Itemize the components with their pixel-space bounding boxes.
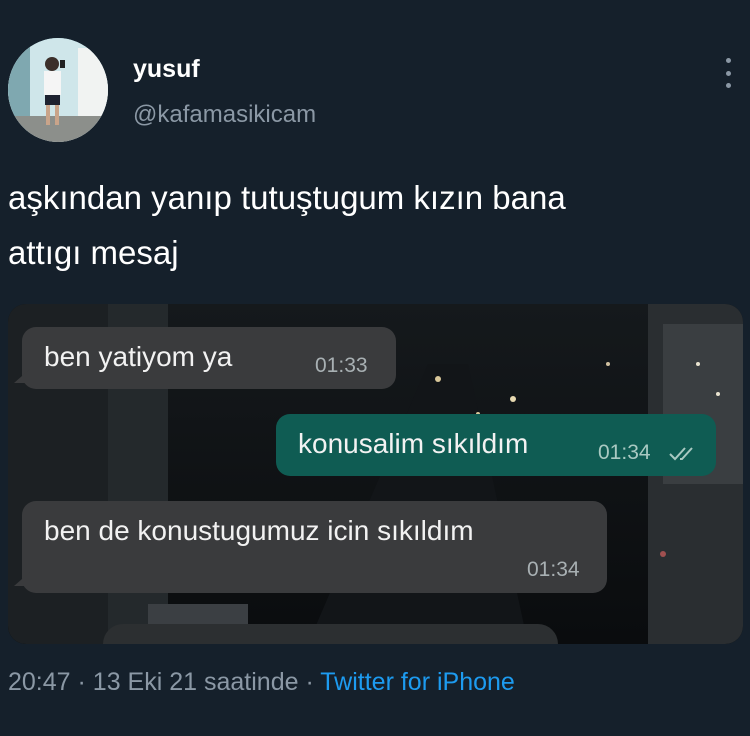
tweet-text: aşkından yanıp tutuştugum kızın bana att… — [8, 170, 743, 280]
tweet-source-link[interactable]: Twitter for iPhone — [320, 668, 515, 696]
author-handle[interactable]: @kafamasikicam — [133, 101, 316, 129]
double-check-icon — [669, 447, 693, 461]
avatar[interactable] — [8, 38, 108, 142]
message-time: 01:34 — [598, 441, 651, 464]
more-dot — [725, 83, 731, 88]
message-time: 01:33 — [315, 354, 368, 377]
more-dot — [725, 58, 731, 63]
chat-input-bar — [103, 624, 558, 644]
message-text: ben yatiyom ya — [44, 341, 233, 372]
tweet-text-line: attıgı mesaj — [8, 234, 179, 271]
separator: · — [77, 668, 86, 696]
avatar-photo — [8, 38, 108, 142]
separator: · — [305, 668, 314, 696]
chat-message-outgoing: konusalim sıkıldım 01:34 — [276, 414, 716, 476]
tweet-time[interactable]: 20:47 — [8, 668, 71, 696]
tweet-text-line: aşkından yanıp tutuştugum kızın bana — [8, 179, 566, 216]
bubble-tail — [14, 572, 30, 586]
author-display-name[interactable]: yusuf — [133, 55, 200, 84]
tweet-media-image[interactable]: ben yatiyom ya 01:33 konusalim sıkıldım … — [8, 304, 743, 644]
message-text: konusalim sıkıldım — [298, 428, 529, 459]
message-time: 01:34 — [527, 558, 580, 581]
tweet-date[interactable]: 13 Eki 21 saatinde — [93, 668, 299, 696]
bubble-tail — [14, 369, 30, 383]
message-text: ben de konustugumuz icin sıkıldım — [44, 515, 474, 546]
chat-message-incoming: ben yatiyom ya 01:33 — [22, 327, 396, 389]
tweet-footer: 20:47 · 13 Eki 21 saatinde · Twitter for… — [8, 668, 515, 697]
chat-message-incoming: ben de konustugumuz icin sıkıldım 01:34 — [22, 501, 607, 593]
more-vertical-icon[interactable] — [722, 58, 734, 88]
more-dot — [725, 70, 731, 76]
